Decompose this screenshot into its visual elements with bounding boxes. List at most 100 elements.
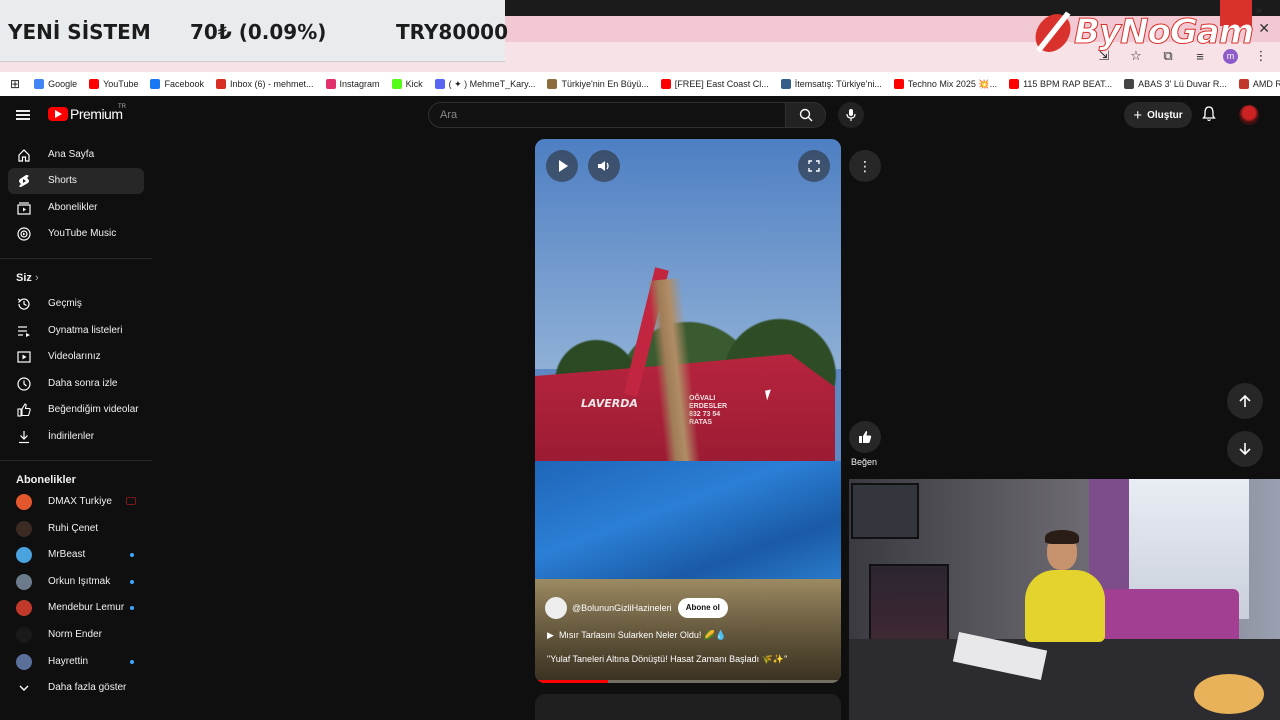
subscription-item[interactable]: Norm Ender xyxy=(8,622,144,648)
video-progress-bar[interactable] xyxy=(535,680,841,683)
sidebar-divider xyxy=(0,460,152,461)
search-button[interactable] xyxy=(786,102,826,128)
shorts-video-player[interactable]: LAVERDA OĞVALI ERDESLER 832 73 54 RATAS … xyxy=(535,139,841,683)
bookmarks-bar: ⊞ Google YouTube Facebook Inbox (6) - mehme… xyxy=(0,72,1280,96)
subscriptions-heading: Abonelikler xyxy=(16,474,76,486)
sidebar-item[interactable]: Geçmiş xyxy=(8,291,144,317)
search-input[interactable] xyxy=(429,103,785,127)
voice-search-button[interactable] xyxy=(838,102,864,128)
subscription-item[interactable]: Orkun Işıtmak xyxy=(8,569,144,595)
create-button[interactable]: + Oluştur xyxy=(1124,102,1192,128)
webcam-hair xyxy=(1045,530,1079,544)
subscribe-button[interactable]: Abone ol xyxy=(677,598,728,618)
sidebar-item[interactable]: Abonelikler xyxy=(8,195,144,221)
you-section-heading[interactable]: Siz › xyxy=(16,272,39,284)
subscription-label: DMAX Turkiye xyxy=(48,496,112,507)
stock-ticker-overlay: YENİ SİSTEM 70₺ (0.09%) TRY80000 xyxy=(0,0,508,62)
sidebar-item[interactable]: YouTube Music xyxy=(8,221,144,247)
linked-video[interactable]: ▶ Mısır Tarlasını Sularken Neler Oldu! 🌽… xyxy=(547,630,726,641)
volume-button[interactable] xyxy=(588,150,620,182)
fullscreen-icon xyxy=(808,160,820,172)
more-bookmarks-icon[interactable]: » xyxy=(1256,5,1262,17)
subscription-item[interactable]: DMAX Turkiye xyxy=(8,489,144,515)
youtube-icon xyxy=(660,79,671,89)
bookmark-item[interactable]: [FREE] East Coast Cl... xyxy=(660,79,769,89)
sidebar-item-label: YouTube Music xyxy=(48,228,117,239)
channel-avatar xyxy=(16,521,32,537)
subscription-label: Mendebur Lemur xyxy=(48,602,125,613)
more-options-button[interactable]: ⋮ xyxy=(849,150,881,182)
bookmark-item[interactable]: Google xyxy=(34,79,77,89)
sidebar-item[interactable]: Daha sonra izle xyxy=(8,371,144,397)
google-icon xyxy=(34,79,45,89)
watermark-logo: ByNoGam xyxy=(1031,0,1256,58)
bookmark-item[interactable]: ABAS 3' Lü Duvar R... xyxy=(1124,79,1227,89)
bookmark-item[interactable]: Inbox (6) - mehmet... xyxy=(216,79,314,89)
bookmark-label: ABAS 3' Lü Duvar R... xyxy=(1138,79,1227,89)
youtube-logo-icon[interactable] xyxy=(48,107,68,121)
apps-grid-icon[interactable]: ⊞ xyxy=(10,77,20,91)
bookmark-label: Instagram xyxy=(339,79,380,89)
site-icon xyxy=(547,79,558,89)
bookmark-label: Türkiye'nin En Büyü... xyxy=(561,79,649,89)
ticker-change: 70₺ (0.09%) xyxy=(190,20,327,44)
sidebar-item-label: Ana Sayfa xyxy=(48,149,95,160)
channel-avatar xyxy=(16,600,32,616)
channel-avatar[interactable] xyxy=(545,597,567,619)
subscription-item[interactable]: Hayrettin xyxy=(8,649,144,675)
bookmark-item[interactable]: ( ✦ ) MehmeT_Kary... xyxy=(434,79,535,90)
bookmark-item[interactable]: 115 BPM RAP BEAT... xyxy=(1009,79,1112,89)
notifications-button[interactable] xyxy=(1202,106,1216,127)
youtube-icon xyxy=(1009,79,1020,89)
screen: { "overlay": { "ticker_name": "YENİ SİST… xyxy=(0,0,1280,720)
channel-avatar xyxy=(16,574,32,590)
subscription-item[interactable]: MrBeast xyxy=(8,542,144,568)
menu-icon[interactable] xyxy=(16,110,30,120)
previous-short-button[interactable] xyxy=(1227,383,1263,419)
sidebar-item[interactable]: Oynatma listeleri xyxy=(8,318,144,344)
sidebar-divider xyxy=(0,258,152,259)
watermark-emblem-icon xyxy=(1031,14,1075,52)
webcam-food-plate xyxy=(1194,674,1264,714)
subscription-item[interactable]: Mendebur Lemur xyxy=(8,595,144,621)
subscription-label: Hayrettin xyxy=(48,656,89,667)
bookmark-item[interactable]: Türkiye'nin En Büyü... xyxy=(547,79,649,89)
play-button[interactable] xyxy=(546,150,578,182)
sidebar-item[interactable]: İndirilenler xyxy=(8,424,144,450)
bookmark-item[interactable]: AMD Ryzen 7 9800... xyxy=(1238,79,1280,89)
sidebar-item[interactable]: Ana Sayfa xyxy=(8,142,144,168)
bookmark-item[interactable]: Facebook xyxy=(150,79,204,89)
show-more-button[interactable]: Daha fazla göster xyxy=(8,675,144,701)
shorts-icon xyxy=(19,175,29,187)
sidebar-item-label: Shorts xyxy=(48,175,77,186)
fullscreen-button[interactable] xyxy=(798,150,830,182)
watermark-text: ByNoGam xyxy=(1073,12,1254,53)
chevron-right-icon: › xyxy=(34,272,39,284)
next-short-preview[interactable] xyxy=(535,694,841,720)
bookmark-item[interactable]: Instagram xyxy=(325,79,380,89)
brand-name[interactable]: Premium xyxy=(70,106,123,122)
subscription-item[interactable]: Ruhi Çenet xyxy=(8,516,144,542)
bookmark-label: AMD Ryzen 7 9800... xyxy=(1252,79,1280,89)
sidebar-item[interactable]: Shorts xyxy=(8,168,144,194)
channel-name[interactable]: @BolununGizliHazineleri xyxy=(572,603,672,613)
bookmark-label: Kick xyxy=(405,79,423,89)
subscription-label: Ruhi Çenet xyxy=(48,523,99,534)
next-short-button[interactable] xyxy=(1227,431,1263,467)
site-icon xyxy=(780,79,791,89)
sidebar-item[interactable]: Beğendiğim videolar xyxy=(8,397,144,423)
sidebar: Ana Sayfa Shorts Abonelikler YouTube Music S… xyxy=(0,134,152,720)
you-heading-label: Siz xyxy=(16,272,32,284)
bookmark-item[interactable]: YouTube xyxy=(89,79,138,89)
close-window-icon[interactable]: ✕ xyxy=(1258,20,1270,37)
bookmark-item[interactable]: Kick xyxy=(391,79,423,89)
chevron-down-icon xyxy=(19,685,29,691)
account-avatar[interactable] xyxy=(1239,105,1259,125)
webcam-overlay xyxy=(849,479,1280,720)
arrow-down-icon xyxy=(1239,443,1251,456)
bookmark-item[interactable]: Techno Mix 2025 💥... xyxy=(893,79,997,90)
bookmark-item[interactable]: İtemsatış: Türkiye'ni... xyxy=(780,79,882,89)
sidebar-item[interactable]: Videolarınız xyxy=(8,344,144,370)
subscription-label: MrBeast xyxy=(48,549,86,560)
like-button[interactable] xyxy=(849,421,881,453)
